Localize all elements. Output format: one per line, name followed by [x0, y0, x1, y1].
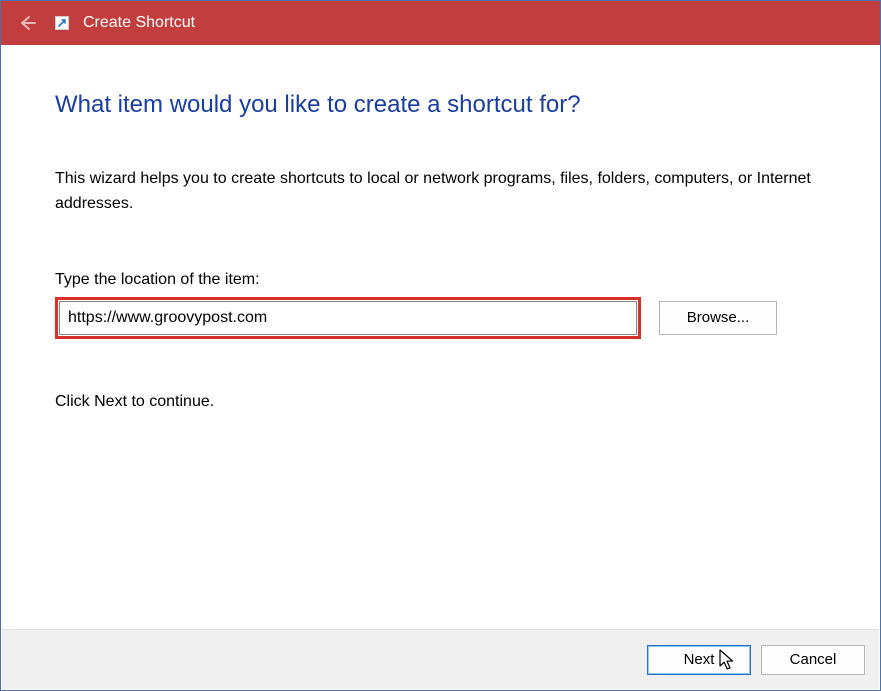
back-arrow-icon[interactable] [13, 9, 41, 37]
location-input-highlight [55, 297, 641, 339]
location-row: Browse... [55, 297, 826, 339]
wizard-heading: What item would you like to create a sho… [55, 91, 826, 119]
wizard-footer: Next Cancel [2, 629, 879, 689]
wizard-description: This wizard helps you to create shortcut… [55, 167, 825, 217]
window-title: Create Shortcut [83, 14, 195, 32]
browse-button[interactable]: Browse... [659, 301, 777, 335]
cancel-button[interactable]: Cancel [761, 645, 865, 675]
location-input[interactable] [59, 301, 637, 335]
continue-hint: Click Next to continue. [55, 393, 826, 411]
shortcut-overlay-icon [55, 16, 69, 30]
wizard-content: What item would you like to create a sho… [1, 45, 880, 411]
location-label: Type the location of the item: [55, 271, 826, 289]
titlebar: Create Shortcut [1, 1, 880, 45]
next-button[interactable]: Next [647, 645, 751, 675]
